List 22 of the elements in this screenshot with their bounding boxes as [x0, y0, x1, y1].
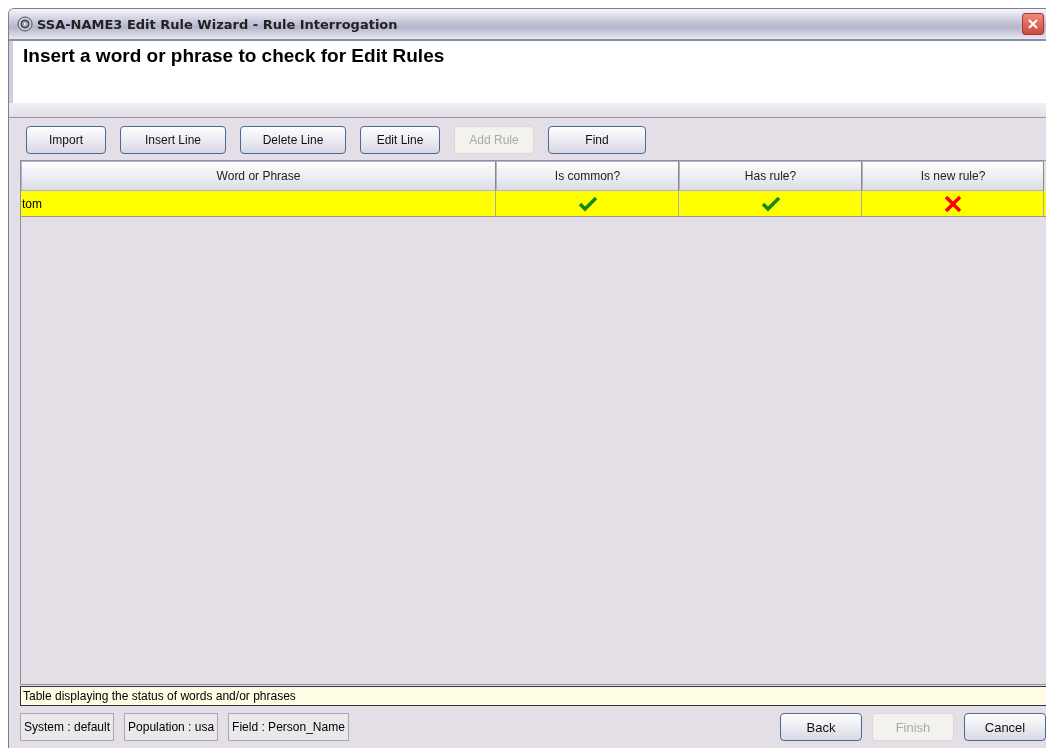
- page-heading: Insert a word or phrase to check for Edit Rules: [23, 45, 446, 67]
- status-field: Population : usa: [124, 713, 219, 741]
- wizard-button[interactable]: Back: [780, 713, 862, 741]
- toolbar-button[interactable]: Edit Line: [360, 126, 440, 154]
- column-header[interactable]: Is common?: [496, 161, 679, 191]
- close-icon: [1027, 18, 1039, 30]
- toolbar-button[interactable]: Import: [26, 126, 106, 154]
- wizard-button[interactable]: Cancel: [964, 713, 1046, 741]
- toolbar-button[interactable]: Insert Line: [120, 126, 226, 154]
- close-button[interactable]: [1022, 13, 1044, 35]
- table-cell: tom: [21, 191, 496, 216]
- window-title: SSA-NAME3 Edit Rule Wizard - Rule Interrogation: [37, 16, 399, 32]
- column-header[interactable]: Has rule?: [679, 161, 862, 191]
- gear-icon: [17, 16, 33, 32]
- toolbar-button[interactable]: Delete Line: [240, 126, 346, 154]
- status-field: System : default: [20, 713, 115, 741]
- description-bar: Table displaying the status of words and/or phrases: [20, 686, 1046, 706]
- column-header[interactable]: Word or Phrase: [21, 161, 496, 191]
- table-row[interactable]: tom: [21, 191, 1046, 217]
- column-header[interactable]: Is new rule?: [862, 161, 1044, 191]
- toolbar-button[interactable]: Find: [548, 126, 646, 154]
- status-field: Field : Person_Name: [228, 713, 349, 741]
